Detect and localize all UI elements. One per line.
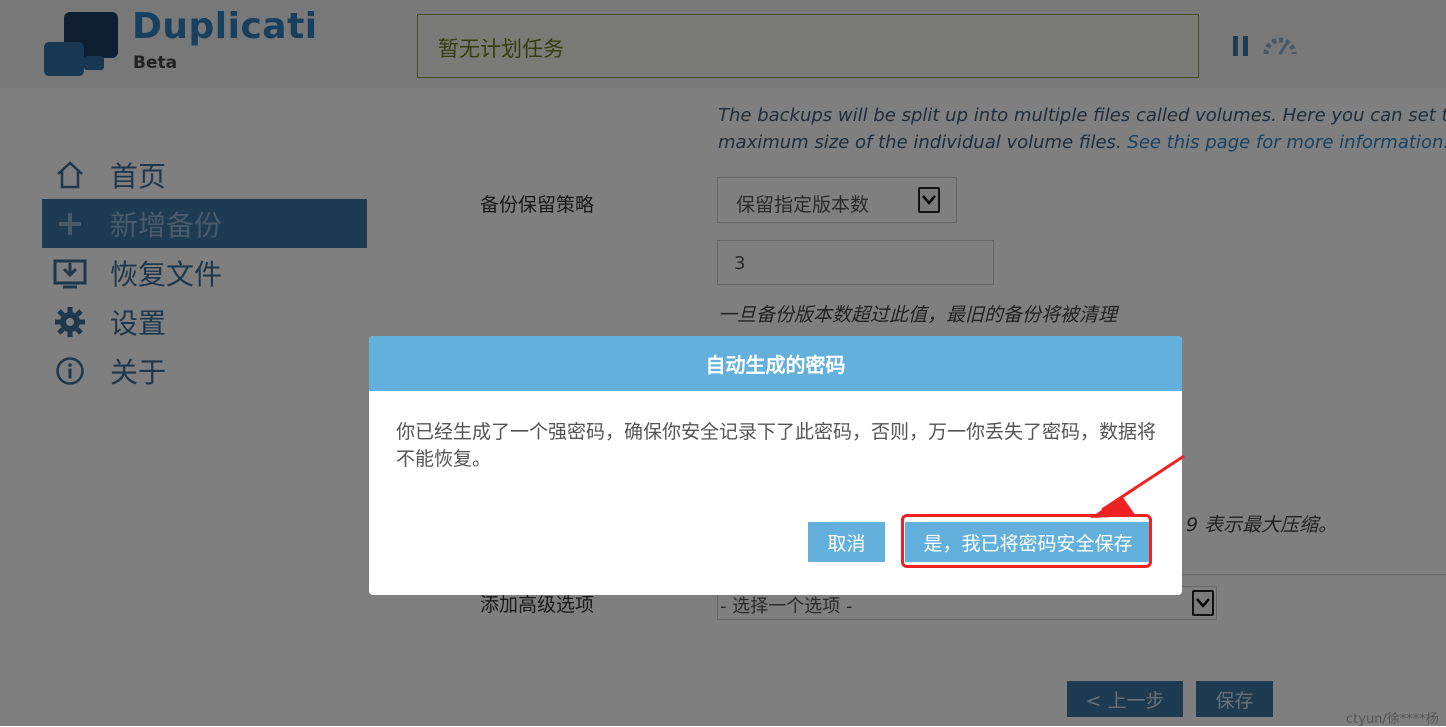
dialog-message: 你已经生成了一个强密码，确保你安全记录下了此密码，否则，万一你丢失了密码，数据将… — [396, 421, 1157, 470]
dialog-title: 自动生成的密码 — [369, 336, 1182, 391]
annotation-arrow-icon — [1090, 454, 1185, 518]
cancel-button[interactable]: 取消 — [808, 522, 885, 562]
